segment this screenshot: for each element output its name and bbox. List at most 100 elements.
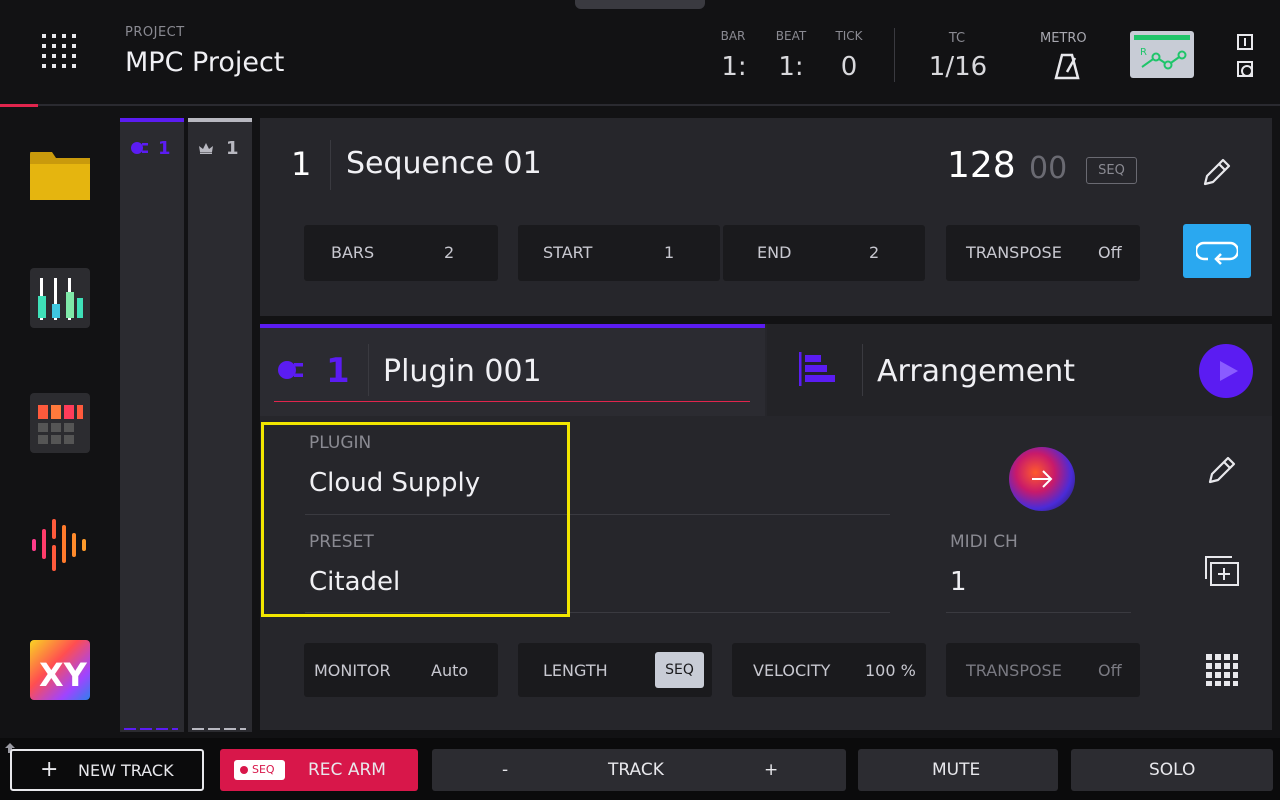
monitor-value: Auto: [431, 661, 469, 680]
crown-icon: [199, 143, 213, 154]
header-separator: [0, 104, 1280, 106]
solo-label: SOLO: [1149, 760, 1196, 780]
main-menu-grid-icon[interactable]: [42, 34, 78, 70]
project-label: PROJECT: [125, 25, 185, 40]
mute-label: MUTE: [932, 760, 981, 780]
track-number: 1: [326, 351, 350, 391]
record-dot-icon: [240, 766, 248, 774]
track-next-button[interactable]: +: [764, 760, 784, 780]
sequence-panel: 1 Sequence 01 128 00 SEQ BARS 2 START 1 …: [260, 118, 1272, 316]
project-name[interactable]: MPC Project: [125, 47, 284, 78]
arrangement-play-button[interactable]: [1199, 344, 1253, 398]
automation-curve-icon: R: [1140, 47, 1187, 70]
track-column-number: 1: [226, 138, 239, 159]
mixer-icon[interactable]: [30, 268, 90, 328]
bpm-decimal[interactable]: 00: [1029, 151, 1067, 186]
arrangement-tab[interactable]: Arrangement: [767, 324, 1272, 416]
track-name[interactable]: Plugin 001: [383, 354, 542, 389]
length-field[interactable]: LENGTH SEQ: [518, 643, 712, 697]
monitor-label: MONITOR: [314, 661, 391, 680]
bpm-source-badge[interactable]: SEQ: [1086, 157, 1137, 184]
length-value-badge: SEQ: [655, 652, 704, 688]
record-mode-icon[interactable]: [1237, 61, 1253, 77]
tc-label: TC: [948, 31, 966, 46]
add-track-copy-icon[interactable]: [1204, 555, 1240, 587]
top-pull-tab[interactable]: [575, 0, 705, 9]
midi-channel-value[interactable]: 1: [950, 567, 967, 597]
end-label: END: [757, 243, 792, 262]
beat-label: BEAT: [775, 29, 807, 43]
bar-label: BAR: [720, 29, 746, 43]
bars-value: 2: [444, 243, 455, 262]
track-select-control: - TRACK +: [432, 749, 846, 791]
arrangement-label: Arrangement: [877, 354, 1076, 389]
new-track-label: NEW TRACK: [78, 761, 174, 780]
track-header-tab[interactable]: 1 Plugin 001: [260, 324, 765, 416]
edit-plugin-pencil-icon[interactable]: [1206, 454, 1238, 486]
sequence-number[interactable]: 1: [291, 145, 311, 183]
plugin-icon: [131, 142, 148, 154]
end-field[interactable]: END 2: [723, 225, 925, 281]
plugin-artwork-button[interactable]: [1009, 447, 1075, 511]
track-transpose-field[interactable]: TRANSPOSE Off: [946, 643, 1140, 697]
rec-arm-seq-badge: SEQ: [234, 760, 285, 780]
rec-arm-label: REC ARM: [308, 760, 386, 780]
start-field[interactable]: START 1: [518, 225, 720, 281]
track-column-number: 1: [158, 138, 171, 159]
track-panel: 1 Plugin 001 Arrangement PLUGIN Cloud Su…: [260, 324, 1272, 730]
start-label: START: [543, 243, 593, 262]
tc-value[interactable]: 1/16: [918, 52, 998, 82]
svg-text:XY: XY: [39, 656, 88, 694]
track-column-master[interactable]: 1: [188, 118, 252, 732]
monitor-field[interactable]: MONITOR Auto: [304, 643, 498, 697]
transpose-value: Off: [1098, 243, 1122, 262]
track-column-plugin[interactable]: 1: [120, 118, 184, 732]
bars-field[interactable]: BARS 2: [304, 225, 498, 281]
rec-arm-badge-label: SEQ: [252, 763, 275, 776]
sample-edit-wave-icon[interactable]: [30, 515, 90, 575]
loop-button[interactable]: [1183, 224, 1251, 278]
xy-fx-icon[interactable]: XY: [30, 640, 90, 700]
sequence-transpose-field[interactable]: TRANSPOSE Off: [946, 225, 1140, 281]
play-icon: [1220, 361, 1238, 381]
end-value: 2: [869, 243, 880, 262]
track-label: TRACK: [608, 760, 664, 780]
highlight-box: [261, 422, 570, 617]
midi-channel-label: MIDI CH: [950, 532, 1018, 552]
sequence-name[interactable]: Sequence 01: [346, 146, 542, 181]
beat-value[interactable]: 1:: [766, 52, 816, 82]
header-divider: [894, 28, 895, 82]
automation-letter: R: [1140, 47, 1147, 58]
bar-value[interactable]: 1:: [709, 52, 759, 82]
pads-icon[interactable]: [30, 393, 90, 453]
plus-icon: +: [40, 757, 59, 782]
track-transpose-label: TRANSPOSE: [966, 661, 1062, 680]
metronome-label: METRO: [1040, 31, 1087, 46]
info-icon[interactable]: [1237, 34, 1253, 50]
velocity-value: 100 %: [865, 661, 916, 680]
track-previous-button[interactable]: -: [502, 760, 522, 780]
tick-value[interactable]: 0: [824, 52, 874, 82]
new-track-button[interactable]: + NEW TRACK: [10, 749, 204, 791]
metronome-icon[interactable]: [1053, 52, 1081, 80]
start-value: 1: [664, 243, 675, 262]
transpose-label: TRANSPOSE: [966, 243, 1062, 262]
bpm-value[interactable]: 128: [947, 145, 1016, 186]
mute-button[interactable]: MUTE: [858, 749, 1058, 791]
loop-icon: [1196, 241, 1238, 265]
velocity-label: VELOCITY: [753, 661, 831, 680]
track-transpose-value: Off: [1098, 661, 1122, 680]
solo-button[interactable]: SOLO: [1071, 749, 1273, 791]
arrangement-icon: [799, 352, 835, 386]
header-accent: [0, 104, 38, 107]
browser-folder-icon[interactable]: [30, 150, 90, 210]
arrow-right-icon: [1032, 470, 1053, 488]
bars-label: BARS: [331, 243, 375, 262]
tick-label: TICK: [835, 29, 863, 43]
edit-pencil-icon[interactable]: [1201, 156, 1233, 188]
length-label: LENGTH: [543, 661, 608, 680]
rec-arm-button[interactable]: SEQ REC ARM: [220, 749, 418, 791]
velocity-field[interactable]: VELOCITY 100 %: [732, 643, 926, 697]
pad-grid-icon[interactable]: [1206, 654, 1238, 686]
automation-button[interactable]: R: [1130, 31, 1194, 78]
